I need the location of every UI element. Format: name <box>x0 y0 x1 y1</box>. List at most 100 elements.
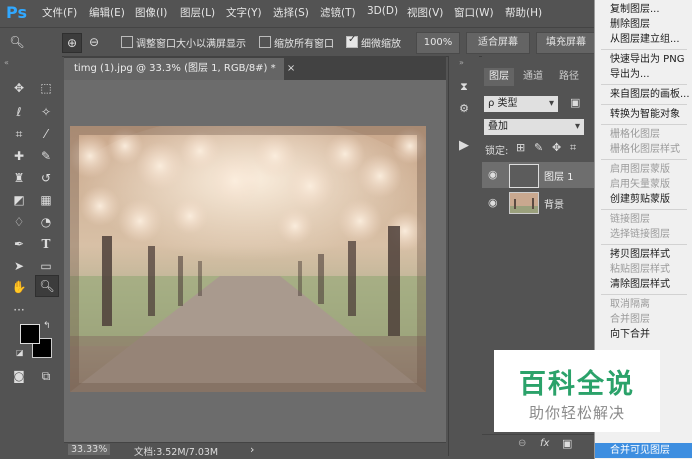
fit-screen-button[interactable]: 适合屏幕 <box>466 32 530 54</box>
context-menu-item[interactable]: 导出为... <box>595 67 692 82</box>
zoom-100-button[interactable]: 100% <box>416 32 460 54</box>
document-tab[interactable]: timg (1).jpg @ 33.3% (图层 1, RGB/8#) * × <box>64 58 295 80</box>
context-menu-item[interactable]: 合并图层 <box>595 312 692 327</box>
collapse-toolbar-icon[interactable]: « <box>4 58 9 67</box>
link-layers-icon[interactable]: ⊖ <box>518 438 526 449</box>
properties-panel-icon[interactable]: ⚙ <box>457 102 471 116</box>
zoom-level-field[interactable]: 33.33% <box>68 444 111 455</box>
context-menu-item[interactable]: 选择链接图层 <box>595 227 692 242</box>
add-mask-icon[interactable]: ▣ <box>562 437 572 450</box>
context-menu-item[interactable]: 粘贴图层样式 <box>595 262 692 277</box>
tab-paths[interactable]: 路径 <box>554 68 584 86</box>
lock-artboard-icon[interactable]: ⌗ <box>570 141 576 155</box>
blur-tool-icon[interactable]: ♢ <box>8 212 30 232</box>
menu-view[interactable]: 视图(V) <box>407 5 443 20</box>
layer-name[interactable]: 背景 <box>544 196 564 211</box>
gradient-tool-icon[interactable]: ▦ <box>35 190 57 210</box>
layer-name[interactable]: 图层 1 <box>544 168 574 183</box>
menu-filter[interactable]: 滤镜(T) <box>320 5 356 20</box>
resize-windows-label: 调整窗口大小以满屏显示 <box>136 39 246 50</box>
context-menu-item[interactable]: 转换为智能对象 <box>595 107 692 122</box>
type-tool-icon[interactable]: T <box>35 234 57 254</box>
history-brush-tool-icon[interactable]: ↺ <box>35 168 57 188</box>
rectangle-tool-icon[interactable]: ▭ <box>35 256 57 276</box>
menu-3d[interactable]: 3D(D) <box>367 5 398 17</box>
scrubby-zoom-checkbox[interactable] <box>346 34 358 48</box>
move-tool-icon[interactable]: ✥ <box>8 78 30 98</box>
eye-icon[interactable]: ◉ <box>488 168 500 181</box>
context-menu-item[interactable]: 向下合并 <box>595 327 692 342</box>
actions-play-icon[interactable]: ▶ <box>457 138 471 153</box>
swap-colors-icon[interactable]: ↰ <box>43 321 51 331</box>
layer-style-icon[interactable]: fx <box>540 438 549 449</box>
crop-tool-icon[interactable]: ⌗ <box>8 124 30 144</box>
context-menu-item[interactable]: 创建剪贴蒙版 <box>595 192 692 207</box>
menu-window[interactable]: 窗口(W) <box>454 5 494 20</box>
default-colors-icon[interactable]: ◪ <box>16 348 24 357</box>
more-tools-icon[interactable]: ··· <box>8 300 30 320</box>
hand-tool-icon[interactable]: ✋ <box>8 277 30 297</box>
lock-paint-icon[interactable]: ✎ <box>534 141 543 154</box>
eye-icon[interactable]: ◉ <box>488 196 500 209</box>
context-menu-item[interactable]: 清除图层样式 <box>595 277 692 292</box>
healing-brush-tool-icon[interactable]: ✚ <box>8 146 30 166</box>
menu-select[interactable]: 选择(S) <box>273 5 309 20</box>
magic-wand-tool-icon[interactable]: ✧ <box>35 102 57 122</box>
context-menu-item[interactable]: 取消隔离 <box>595 297 692 312</box>
eraser-tool-icon[interactable]: ◩ <box>8 190 30 210</box>
path-selection-tool-icon[interactable]: ➤ <box>8 256 30 276</box>
context-menu-item[interactable]: 启用图层蒙版 <box>595 162 692 177</box>
dodge-tool-icon[interactable]: ◔ <box>35 212 57 232</box>
zoom-in-icon[interactable]: ⊕ <box>62 33 82 53</box>
pen-tool-icon[interactable]: ✒ <box>8 234 30 254</box>
menu-separator <box>601 49 687 50</box>
menu-file[interactable]: 文件(F) <box>42 5 77 20</box>
zoom-tool-icon[interactable]: 🔍︎ <box>35 275 59 297</box>
menu-type[interactable]: 文字(Y) <box>226 5 262 20</box>
context-menu-item[interactable]: 合并可见图层 <box>595 443 692 458</box>
history-panel-icon[interactable]: ⧗ <box>457 80 471 94</box>
context-menu-item[interactable]: 来自图层的画板... <box>595 87 692 102</box>
zoom-out-icon[interactable]: ⊖ <box>85 33 103 51</box>
lock-position-icon[interactable]: ✥ <box>552 141 561 154</box>
image-filter-icon[interactable]: ▣ <box>570 96 580 109</box>
fill-screen-button[interactable]: 填充屏幕 <box>536 32 596 54</box>
expand-panels-icon[interactable]: » <box>459 58 464 67</box>
context-menu-item[interactable]: 删除图层 <box>595 17 692 32</box>
menu-image[interactable]: 图像(I) <box>135 5 167 20</box>
clone-stamp-tool-icon[interactable]: ♜ <box>8 168 30 188</box>
tab-layers[interactable]: 图层 <box>484 68 514 86</box>
screen-mode-icon[interactable]: ⧉ <box>35 366 57 386</box>
menu-edit[interactable]: 编辑(E) <box>89 5 125 20</box>
lock-pixels-icon[interactable]: ⊞ <box>516 141 525 154</box>
eyedropper-tool-icon[interactable]: ⁄ <box>35 124 57 144</box>
foreground-color-swatch-top[interactable] <box>20 324 40 344</box>
close-tab-icon[interactable]: × <box>287 63 295 74</box>
context-menu-item[interactable]: 复制图层... <box>595 2 692 17</box>
context-menu-item[interactable]: 栅格化图层样式 <box>595 142 692 157</box>
resize-windows-checkbox[interactable] <box>121 36 133 48</box>
context-menu-item[interactable]: 快速导出为 PNG <box>595 52 692 67</box>
context-menu-item[interactable]: 链接图层 <box>595 212 692 227</box>
photoshop-logo-icon: Ps <box>6 3 27 22</box>
menu-separator <box>601 294 687 295</box>
context-menu-item[interactable]: 从图层建立组... <box>595 32 692 47</box>
layer-filter-select[interactable]: ρ 类型 ▾ <box>484 96 558 112</box>
menu-layer[interactable]: 图层(L) <box>180 5 215 20</box>
tab-channels[interactable]: 通道 <box>518 68 548 86</box>
quick-mask-icon[interactable]: ◙ <box>8 366 30 386</box>
zoom-all-checkbox[interactable] <box>259 36 271 48</box>
context-menu-item[interactable]: 拷贝图层样式 <box>595 247 692 262</box>
menu-help[interactable]: 帮助(H) <box>505 5 542 20</box>
document-image[interactable] <box>70 126 426 392</box>
status-menu-arrow-icon[interactable]: › <box>250 443 254 456</box>
marquee-tool-icon[interactable]: ⬚ <box>35 78 57 98</box>
blend-mode-select[interactable]: 叠加 ▾ <box>484 119 584 135</box>
chevron-down-icon: ▾ <box>548 98 554 109</box>
context-menu-item[interactable]: 栅格化图层 <box>595 127 692 142</box>
brush-tool-icon[interactable]: ✎ <box>35 146 57 166</box>
lasso-tool-icon[interactable]: ℓ <box>8 102 30 122</box>
zoom-tool-preset-icon[interactable]: 🔍︎▾ <box>8 33 26 67</box>
context-menu-item[interactable]: 启用矢量蒙版 <box>595 177 692 192</box>
menu-separator <box>601 84 687 85</box>
